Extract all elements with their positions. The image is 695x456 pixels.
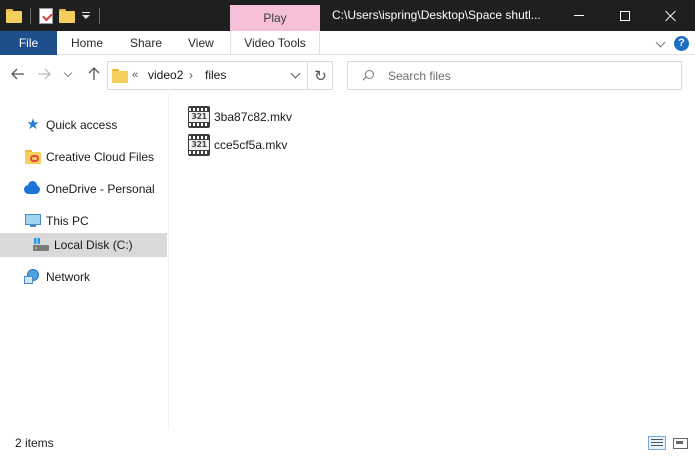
properties-icon[interactable] — [39, 8, 53, 24]
mkv-file-icon: 321 — [188, 106, 210, 128]
sidebar-item-creative-cloud[interactable]: Creative Cloud Files — [0, 145, 167, 169]
breadcrumb-files[interactable]: files — [205, 62, 226, 89]
sidebar-item-local-disk[interactable]: Local Disk (C:) — [0, 233, 167, 257]
title-bar: Play C:\Users\ispring\Desktop\Space shut… — [0, 0, 695, 31]
sidebar-item-label: Network — [46, 270, 91, 284]
navigation-pane: ★ Quick access Creative Cloud Files OneD… — [0, 94, 169, 430]
breadcrumb-overflow[interactable]: « — [132, 62, 138, 89]
address-history-dropdown[interactable] — [285, 62, 305, 89]
onedrive-cloud-icon — [24, 181, 40, 197]
folder-icon — [112, 69, 128, 83]
mkv-file-icon: 321 — [188, 134, 210, 156]
arrow-up-icon — [88, 67, 100, 80]
minimize-button[interactable] — [556, 0, 602, 31]
chevron-down-icon — [290, 68, 300, 79]
file-name: 3ba87c82.mkv — [214, 110, 293, 124]
address-bar[interactable]: « video2 › files ↻ — [107, 61, 333, 90]
sidebar-item-onedrive[interactable]: OneDrive - Personal — [0, 177, 167, 201]
search-icon — [362, 70, 374, 82]
local-disk-icon — [33, 237, 49, 253]
item-count: 2 items — [15, 436, 54, 450]
customize-qat-dropdown-icon[interactable] — [81, 11, 91, 21]
refresh-icon: ↻ — [314, 67, 327, 85]
creative-cloud-folder-icon — [25, 149, 41, 165]
quick-access-star-icon: ★ — [26, 116, 40, 133]
file-list: 321 3ba87c82.mkv 321 cce5cf5a.mkv — [170, 94, 695, 430]
navigation-bar: « video2 › files ↻ — [0, 56, 695, 94]
search-box[interactable] — [347, 61, 682, 90]
folder-icon — [6, 9, 22, 23]
window-title: C:\Users\ispring\Desktop\Space shutl... — [332, 8, 541, 22]
sidebar-item-quick-access[interactable]: ★ Quick access — [0, 113, 167, 137]
sidebar-item-label: OneDrive - Personal — [46, 182, 155, 196]
tab-file[interactable]: File — [0, 31, 57, 55]
arrow-left-icon — [11, 68, 24, 80]
help-icon[interactable]: ? — [674, 36, 689, 51]
sidebar-item-label: This PC — [46, 214, 89, 228]
up-button[interactable] — [84, 64, 104, 84]
breadcrumb-video2[interactable]: video2 — [148, 62, 183, 89]
back-button[interactable] — [8, 64, 28, 84]
tab-view[interactable]: View — [188, 31, 214, 55]
close-button[interactable] — [648, 0, 694, 31]
sidebar-item-label: Local Disk (C:) — [54, 238, 133, 252]
ribbon-tabs: File Home Share View Video Tools ? — [0, 31, 695, 55]
contextual-tab-group-play: Play — [230, 5, 320, 31]
network-icon — [24, 269, 40, 285]
breadcrumb-separator-icon[interactable]: › — [189, 62, 193, 89]
large-icons-view-icon[interactable] — [671, 436, 689, 450]
tab-share[interactable]: Share — [130, 31, 162, 55]
expand-ribbon-chevron-icon[interactable] — [655, 39, 665, 47]
refresh-button[interactable]: ↻ — [307, 62, 333, 89]
this-pc-icon — [25, 213, 41, 229]
sidebar-item-network[interactable]: Network — [0, 265, 167, 289]
qat-separator — [99, 8, 100, 24]
qat-separator — [30, 8, 31, 24]
sidebar-item-this-pc[interactable]: This PC — [0, 209, 167, 233]
close-icon — [665, 10, 677, 22]
minimize-icon — [574, 15, 584, 16]
sidebar-item-label: Quick access — [46, 118, 118, 132]
tab-home[interactable]: Home — [71, 31, 103, 55]
maximize-button[interactable] — [602, 0, 648, 31]
forward-button[interactable] — [34, 64, 54, 84]
new-folder-icon[interactable] — [59, 9, 75, 23]
tab-video-tools[interactable]: Video Tools — [230, 31, 320, 55]
chevron-down-icon — [63, 68, 73, 77]
details-view-icon[interactable] — [648, 436, 666, 450]
recent-locations-button[interactable] — [62, 64, 74, 84]
sidebar-item-label: Creative Cloud Files — [46, 150, 155, 164]
file-name: cce5cf5a.mkv — [214, 138, 288, 152]
arrow-right-icon — [38, 68, 51, 80]
search-input[interactable] — [388, 62, 673, 89]
quick-access-toolbar — [6, 5, 102, 27]
status-bar: 2 items — [0, 430, 695, 456]
maximize-icon — [620, 10, 630, 21]
